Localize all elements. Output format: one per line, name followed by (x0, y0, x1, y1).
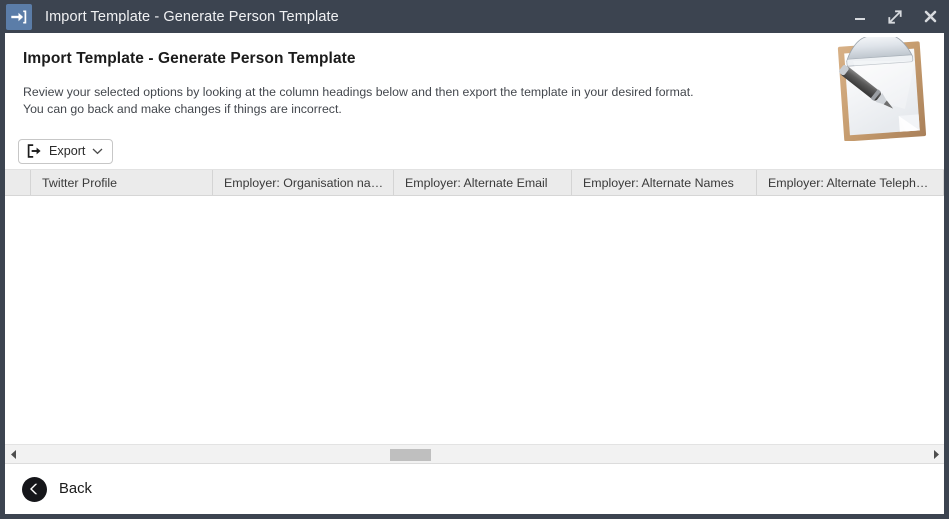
table-column-header-label: Employer: Alternate Email (405, 175, 548, 190)
export-button-label: Export (49, 144, 86, 158)
window-controls (851, 0, 939, 33)
export-button[interactable]: Export (18, 138, 114, 164)
page-title: Import Template - Generate Person Templa… (23, 50, 356, 67)
table-column-header[interactable]: Employer: Alternate Names (572, 170, 757, 195)
table-header-row: Twitter Profile Employer: Organisation na… (5, 170, 944, 196)
table-column-header[interactable]: Employer: Organisation na… (213, 170, 394, 195)
table-body (5, 196, 944, 444)
horizontal-scrollbar[interactable] (5, 444, 944, 463)
import-arrow-icon (6, 3, 32, 30)
chevron-left-circle-icon (22, 476, 47, 502)
export-icon (27, 144, 42, 158)
back-button[interactable]: Back (22, 476, 92, 502)
table-column-header-label: Employer: Organisation na… (224, 175, 384, 190)
minimize-icon[interactable] (851, 8, 869, 26)
window-content: Import Template - Generate Person Templa… (5, 33, 944, 514)
clipboard-with-pen-illustration (819, 37, 939, 141)
table-column-header-label: Twitter Profile (42, 175, 118, 190)
title-bar: Import Template - Generate Person Templa… (0, 0, 949, 33)
page-header: Import Template - Generate Person Templa… (5, 33, 944, 141)
table-column-header-label: Employer: Alternate Names (583, 175, 734, 190)
window-title: Import Template - Generate Person Templa… (45, 8, 339, 25)
page-description-line-1: Review your selected options by looking … (23, 85, 694, 99)
scrollbar-thumb[interactable] (390, 448, 431, 461)
chevron-down-icon (92, 147, 103, 155)
triangle-left-icon[interactable] (5, 445, 22, 464)
triangle-right-icon[interactable] (927, 445, 944, 464)
table-column-header-label: Employer: Alternate Teleph… (768, 175, 929, 190)
table-column-header[interactable]: Employer: Alternate Teleph… (757, 170, 944, 195)
page-description: Review your selected options by looking … (23, 84, 926, 118)
data-table: Twitter Profile Employer: Organisation na… (5, 169, 944, 463)
maximize-icon[interactable] (886, 8, 904, 26)
page-description-line-2: You can go back and make changes if thin… (23, 102, 342, 116)
close-icon[interactable] (921, 8, 939, 26)
back-button-label: Back (59, 481, 92, 497)
table-column-header[interactable]: Employer: Alternate Email (394, 170, 572, 195)
table-header-corner[interactable] (5, 170, 31, 195)
footer: Back (5, 463, 944, 514)
application-window: Import Template - Generate Person Templa… (0, 0, 949, 519)
scrollbar-track[interactable] (22, 445, 927, 464)
toolbar: Export (5, 133, 944, 169)
table-column-header[interactable]: Twitter Profile (31, 170, 213, 195)
window-frame: Import Template - Generate Person Templa… (0, 33, 949, 519)
